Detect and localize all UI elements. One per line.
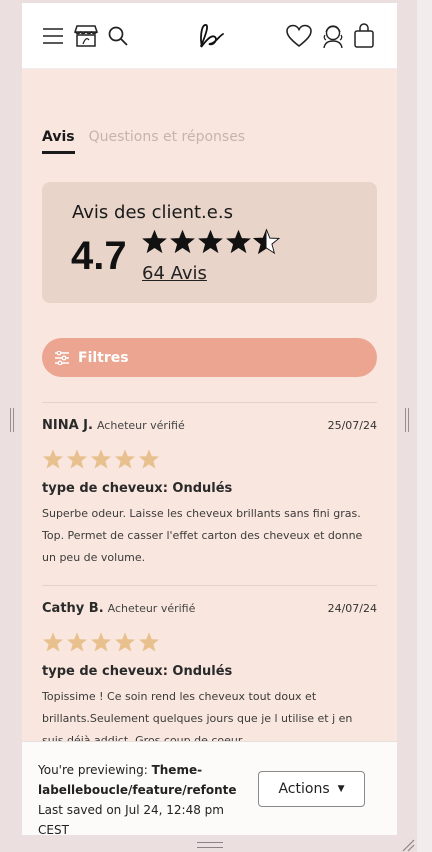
review-stars xyxy=(42,631,160,653)
star-icon xyxy=(90,449,112,469)
summary-title: Avis des client.e.s xyxy=(72,202,233,223)
hair-type: type de cheveux: Ondulés xyxy=(42,664,233,679)
star-icon xyxy=(90,632,112,652)
tab-avis[interactable]: Avis xyxy=(42,129,75,154)
review-stars xyxy=(42,448,160,470)
rating-summary: Avis des client.e.s 4.7 64 Avis xyxy=(42,182,377,303)
caret-down-icon: ▼ xyxy=(337,784,345,794)
star-icon xyxy=(198,229,223,254)
reviewer-name: Cathy B. Acheteur vérifié xyxy=(42,601,196,616)
tab-questions[interactable]: Questions et réponses xyxy=(89,129,246,154)
account-icon[interactable] xyxy=(320,23,346,49)
review-item: NINA J. Acheteur vérifié 25/07/24 type de… xyxy=(42,418,377,568)
search-icon[interactable] xyxy=(105,23,131,49)
divider xyxy=(42,585,377,586)
right-edge-strip xyxy=(417,0,432,852)
preview-prefix: You're previewing: xyxy=(38,763,152,777)
average-score: 4.7 xyxy=(71,234,127,278)
star-icon xyxy=(114,449,136,469)
star-icon xyxy=(226,229,251,254)
review-date: 25/07/24 xyxy=(327,419,377,432)
store-icon[interactable] xyxy=(73,23,99,49)
review-item: Cathy B. Acheteur vérifié 24/07/24 type d… xyxy=(42,601,377,751)
actions-button[interactable]: Actions ▼ xyxy=(258,771,365,807)
divider xyxy=(42,402,377,403)
review-count-link[interactable]: 64 Avis xyxy=(142,263,207,284)
site-header xyxy=(22,3,397,69)
verified-badge: Acheteur vérifié xyxy=(96,419,185,432)
cart-icon[interactable] xyxy=(351,23,377,49)
filter-button[interactable]: Filtres xyxy=(42,338,377,377)
menu-icon[interactable] xyxy=(40,23,66,49)
right-resize-handle[interactable] xyxy=(405,408,409,432)
bottom-resize-handle[interactable] xyxy=(197,842,223,848)
review-tabs: Avis Questions et réponses xyxy=(42,129,245,154)
filter-label: Filtres xyxy=(78,349,129,366)
star-icon xyxy=(66,449,88,469)
logo[interactable] xyxy=(190,23,230,49)
star-icon xyxy=(142,229,167,254)
star-icon xyxy=(138,632,160,652)
star-icon xyxy=(66,632,88,652)
star-icon xyxy=(42,632,64,652)
preview-frame: Avis Questions et réponses Avis des clie… xyxy=(22,3,397,835)
star-icon xyxy=(170,229,195,254)
actions-label: Actions xyxy=(278,781,330,797)
left-resize-handle[interactable] xyxy=(10,408,14,432)
preview-info: You're previewing: Theme-labelleboucle/f… xyxy=(38,760,238,835)
theme-preview-bar: You're previewing: Theme-labelleboucle/f… xyxy=(22,741,397,835)
star-icon xyxy=(138,449,160,469)
sliders-icon xyxy=(54,350,70,365)
reviewer-name: NINA J. Acheteur vérifié xyxy=(42,418,185,433)
last-saved: Last saved on Jul 24, 12:48 pm CEST xyxy=(38,803,224,835)
heart-icon[interactable] xyxy=(286,23,312,49)
verified-badge: Acheteur vérifié xyxy=(107,602,196,615)
corner-resize-icon[interactable] xyxy=(401,838,415,852)
star-icon xyxy=(114,632,136,652)
summary-stars xyxy=(141,228,280,255)
hair-type: type de cheveux: Ondulés xyxy=(42,481,233,496)
half-star-icon xyxy=(253,228,280,255)
review-date: 24/07/24 xyxy=(327,602,377,615)
star-icon xyxy=(42,449,64,469)
review-text: Superbe odeur. Laisse les cheveux brilla… xyxy=(42,507,363,564)
